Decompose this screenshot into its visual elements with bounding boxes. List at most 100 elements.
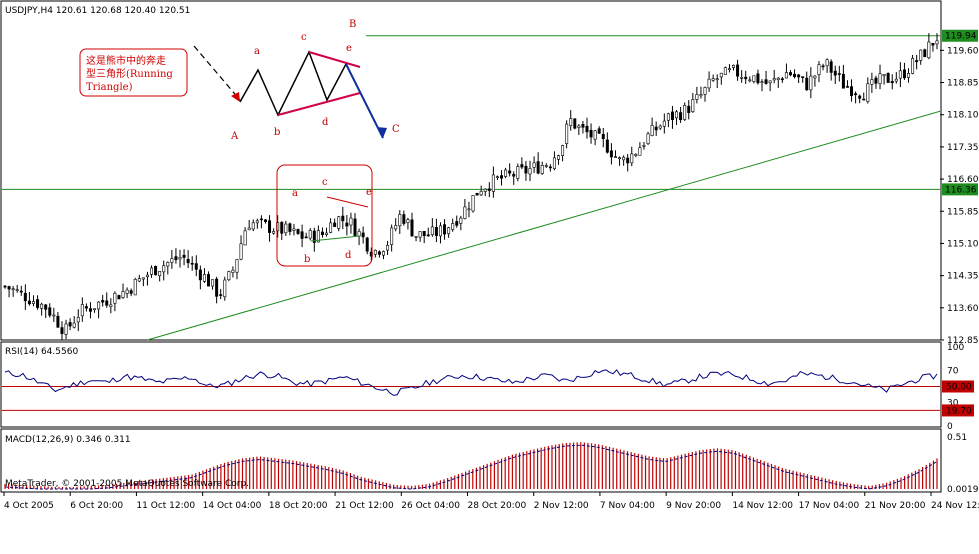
candle-body	[390, 227, 394, 245]
candle-body	[235, 259, 239, 273]
candle-body	[451, 223, 455, 230]
candle-body	[532, 162, 536, 168]
candle-body	[577, 125, 581, 128]
candle-body	[902, 69, 906, 79]
candle-body	[740, 77, 744, 79]
candle-body	[736, 64, 740, 77]
candle-body	[186, 258, 190, 264]
candle-body	[247, 227, 251, 231]
candle-body	[569, 118, 573, 126]
x-tick-label: 21 Oct 12:00	[335, 501, 394, 511]
candle-body	[613, 156, 617, 158]
candle-body	[170, 258, 174, 263]
candle-body	[418, 231, 422, 238]
candle-body	[251, 222, 255, 230]
candle-body	[174, 256, 178, 261]
candle-body	[524, 165, 528, 174]
copyright-footer: MetaTrader, © 2001-2005 MetaQuotes Softw…	[5, 479, 249, 489]
candle-body	[605, 139, 609, 153]
candle-body	[263, 219, 267, 222]
candle-body	[443, 224, 447, 235]
candle-body	[675, 111, 679, 119]
candle-body	[809, 75, 813, 91]
price-tick-label: 118.85	[947, 79, 979, 89]
candle-body	[219, 294, 223, 296]
candle-body	[243, 230, 247, 246]
candle-body	[548, 166, 552, 169]
candle-body	[190, 262, 194, 265]
candle-body	[797, 74, 801, 78]
candle-body	[727, 68, 731, 71]
candle-body	[166, 262, 170, 267]
candle-body	[158, 271, 162, 277]
candle-body	[325, 232, 329, 235]
candle-body	[141, 277, 145, 280]
candle-body	[862, 98, 866, 101]
candle-body	[817, 64, 821, 75]
candle-body	[296, 229, 300, 234]
candle-body	[194, 263, 198, 270]
candle-body	[154, 265, 158, 276]
candle-body	[471, 195, 475, 212]
candle-body	[76, 317, 80, 323]
candle-body	[398, 214, 402, 227]
candle-body	[703, 87, 707, 95]
candle-body	[60, 327, 64, 334]
candle-body	[377, 251, 381, 255]
candle-body	[829, 61, 833, 73]
candle-body	[784, 72, 788, 79]
candle-body	[80, 304, 84, 317]
candle-body	[642, 145, 646, 147]
candle-body	[841, 73, 845, 89]
candle-body	[259, 218, 263, 221]
x-axis: 4 Oct 2005 6 Oct 20:00 11 Oct 12:00 14 Oct …	[3, 492, 979, 511]
candle-body	[670, 111, 674, 121]
annotation-line: Triangle)	[86, 82, 133, 93]
candle-body	[105, 300, 109, 306]
candle-body	[373, 249, 377, 255]
candle-body	[215, 278, 219, 297]
candle-body	[764, 79, 768, 84]
rsi-pane-frame	[0, 341, 942, 428]
candle-body	[430, 226, 434, 235]
candle-body	[935, 40, 939, 45]
rsi-tick-label: 0	[947, 422, 953, 432]
candle-body	[280, 221, 284, 234]
candle-body	[581, 124, 585, 128]
candle-body	[182, 254, 186, 258]
candle-body	[601, 133, 605, 139]
candle-body	[821, 65, 825, 68]
candle-body	[93, 308, 97, 311]
candle-body	[113, 293, 117, 304]
candle-body	[36, 299, 40, 308]
wave-label: d	[322, 117, 329, 128]
candle-body	[300, 231, 304, 239]
candle-body	[44, 304, 48, 310]
x-tick-label: 2 Nov 12:00	[534, 501, 589, 511]
candle-body	[64, 323, 68, 335]
candle-body	[854, 93, 858, 96]
candle-body	[772, 78, 776, 81]
candle-body	[931, 42, 935, 46]
candle-body	[711, 78, 715, 81]
candle-body	[292, 228, 296, 231]
candle-body	[768, 80, 772, 84]
candle-body	[500, 175, 504, 179]
candle-body	[434, 227, 438, 236]
candle-body	[699, 94, 703, 97]
candle-body	[654, 126, 658, 131]
candle-body	[552, 157, 556, 169]
candle-body	[101, 300, 105, 303]
candle-body	[894, 78, 898, 82]
wave-label: B	[349, 19, 356, 30]
candle-body	[630, 153, 634, 164]
candle-body	[683, 104, 687, 120]
price-tick-label: 117.35	[947, 143, 979, 153]
candle-body	[483, 188, 487, 192]
candle-body	[150, 267, 154, 275]
price-tick-label: 115.85	[947, 207, 979, 217]
candle-body	[886, 73, 890, 83]
candle-body	[337, 216, 341, 229]
candle-body	[715, 78, 719, 81]
candle-body	[255, 220, 259, 224]
